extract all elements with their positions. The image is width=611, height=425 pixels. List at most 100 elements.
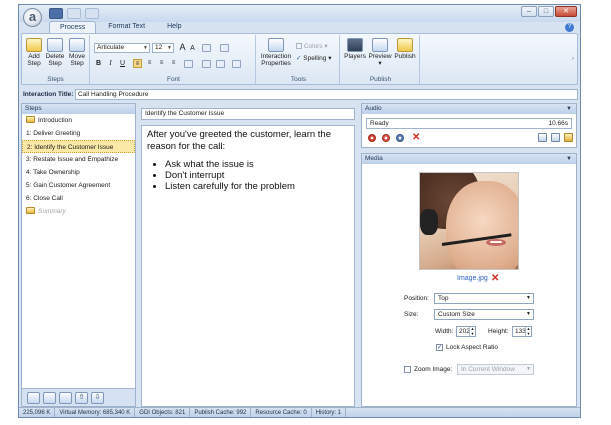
edit-audio-icon[interactable] — [551, 133, 560, 142]
copy-step-icon[interactable] — [43, 392, 56, 404]
preview-button[interactable]: Preview ▾ — [367, 38, 393, 67]
tab-help[interactable]: Help — [157, 21, 191, 33]
delete-image-icon[interactable]: ✕ — [491, 273, 499, 284]
bold-button[interactable]: B — [94, 59, 103, 68]
numbering-icon[interactable] — [220, 44, 229, 52]
players-icon — [347, 38, 363, 52]
chevron-down-icon: ▼ — [526, 295, 531, 301]
media-panel: Media ▼ Image.jpg ✕ Position: Top ▼ Size… — [361, 153, 577, 407]
step-1[interactable]: 1: Deliver Greeting — [22, 127, 135, 140]
ribbon-tabs: Process Format Text Help — [49, 21, 192, 33]
publish-button[interactable]: Publish — [393, 38, 417, 60]
players-label: Players — [344, 53, 366, 60]
quick-access-toolbar — [49, 8, 99, 19]
properties-icon — [268, 38, 284, 52]
delete-step-label2: Step — [48, 60, 62, 67]
step-6[interactable]: 6: Close Call — [22, 192, 135, 205]
import-audio-icon[interactable] — [538, 133, 547, 142]
spelling-icon: ✓ — [296, 55, 302, 62]
tab-process[interactable]: Process — [49, 21, 97, 33]
position-select[interactable]: Top ▼ — [434, 293, 534, 304]
width-label: Width: — [435, 328, 454, 335]
decrease-indent-icon[interactable] — [202, 60, 211, 68]
step-title-input[interactable]: Identify the Customer Issue — [141, 108, 355, 120]
chevron-down-icon: ▼ — [143, 45, 148, 51]
add-step-button[interactable]: Add Step — [24, 38, 44, 67]
font-size-select[interactable]: 12 ▼ — [152, 43, 174, 53]
justify-button[interactable]: ≡ — [169, 59, 178, 68]
lock-aspect-checkbox[interactable]: ✓ — [436, 344, 443, 351]
media-panel-header: Media ▼ — [362, 154, 576, 164]
align-center-button[interactable]: ≡ — [145, 59, 154, 68]
play-icon[interactable] — [382, 134, 390, 142]
size-select[interactable]: Custom Size ▼ — [434, 309, 534, 320]
font-size-value: 12 — [155, 44, 163, 51]
tab-format-text[interactable]: Format Text — [98, 21, 155, 33]
spinner-arrows-icon: ▲ ▼ — [525, 326, 531, 336]
status-history: History: 1 — [312, 408, 347, 417]
step-text-editor[interactable]: After you've greeted the customer, learn… — [141, 125, 355, 407]
zoom-mode-select[interactable]: In Current Window ▼ — [457, 364, 534, 375]
align-left-button[interactable]: ≡ — [133, 59, 142, 68]
redo-icon[interactable] — [85, 8, 99, 19]
delete-audio-icon[interactable]: ✕ — [412, 133, 422, 143]
font-color-icon[interactable] — [184, 60, 193, 68]
collapse-icon[interactable]: ▼ — [566, 104, 572, 114]
step-introduction[interactable]: Introduction — [22, 114, 135, 127]
align-right-button[interactable]: ≡ — [157, 59, 166, 68]
stop-icon[interactable] — [396, 134, 404, 142]
spell-icon[interactable] — [232, 60, 241, 68]
tools-group: Interaction Properties Colors ▾ ✓ Spelli… — [258, 35, 340, 84]
interaction-properties-button[interactable]: Interaction Properties — [260, 38, 292, 67]
undo-icon[interactable] — [67, 8, 81, 19]
close-button[interactable]: ✕ — [555, 6, 577, 17]
maximize-button[interactable]: □ — [538, 6, 554, 17]
audio-status: Ready — [370, 120, 389, 127]
audio-settings-icon[interactable] — [564, 133, 573, 142]
step-summary[interactable]: Summary — [22, 205, 135, 218]
move-step-button[interactable]: Move Step — [66, 38, 88, 67]
width-stepper[interactable]: 202 ▲ ▼ — [456, 326, 476, 337]
image-file-link[interactable]: Image.jpg — [457, 275, 488, 282]
interaction-title-label: Interaction Title: — [23, 91, 74, 98]
move-step-icon — [69, 38, 85, 52]
status-memory: 225,096 K — [19, 408, 56, 417]
delete-step-button[interactable]: Delete Step — [45, 38, 65, 67]
help-icon[interactable]: ? — [565, 23, 574, 32]
collapse-icon[interactable]: ▼ — [566, 154, 572, 164]
steps-panel-header: Steps — [22, 104, 135, 114]
step-label: Summary — [38, 208, 66, 215]
spelling-button[interactable]: ✓ Spelling ▾ — [296, 55, 340, 62]
window-controls: – □ ✕ — [521, 6, 577, 17]
bullets-icon[interactable] — [202, 44, 211, 52]
italic-button[interactable]: I — [106, 59, 115, 68]
move-up-icon[interactable]: ⇧ — [75, 392, 88, 404]
new-step-icon[interactable] — [27, 392, 40, 404]
increase-indent-icon[interactable] — [216, 60, 225, 68]
colors-button[interactable]: Colors ▾ — [296, 43, 336, 50]
duplicate-step-icon[interactable] — [59, 392, 72, 404]
zoom-image-checkbox[interactable] — [404, 366, 411, 373]
ribbon-more-icon[interactable]: › — [572, 56, 574, 62]
font-group: Articulate ▼ 12 ▼ A A B I U ≡ ≡ ≡ ≡ Font — [92, 35, 256, 84]
height-stepper[interactable]: 133 ▲ ▼ — [512, 326, 532, 337]
step-5[interactable]: 5: Gain Customer Agreement — [22, 179, 135, 192]
grow-font-button[interactable]: A — [178, 43, 187, 52]
app-menu-button[interactable]: a — [23, 8, 42, 27]
step-4[interactable]: 4: Take Ownership — [22, 166, 135, 179]
step-2[interactable]: 2: Identify the Customer Issue — [22, 140, 135, 153]
record-icon[interactable] — [368, 134, 376, 142]
save-icon[interactable] — [49, 8, 63, 19]
players-button[interactable]: Players — [344, 38, 366, 60]
move-down-icon[interactable]: ⇩ — [91, 392, 104, 404]
underline-button[interactable]: U — [118, 59, 127, 68]
title-bar: – □ ✕ — [19, 5, 580, 22]
interaction-title-input[interactable]: Call Handling Procedure — [75, 89, 578, 100]
font-name-select[interactable]: Articulate ▼ — [94, 43, 150, 53]
step-3[interactable]: 3: Restate Issue and Empathize — [22, 153, 135, 166]
minimize-button[interactable]: – — [521, 6, 537, 17]
steps-toolbar: ⇧ ⇩ — [22, 388, 135, 406]
chevron-down-icon: ▼ — [526, 311, 531, 317]
status-publish-cache: Publish Cache: 992 — [190, 408, 252, 417]
shrink-font-button[interactable]: A — [188, 44, 197, 53]
